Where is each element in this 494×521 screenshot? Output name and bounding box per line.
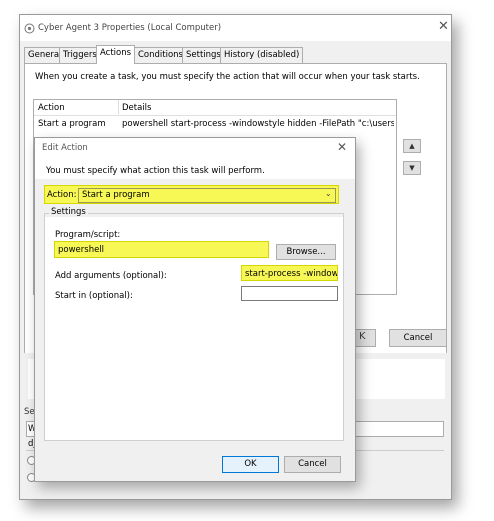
arguments-label: Add arguments (optional): (55, 271, 167, 281)
arrow-up-icon: ▲ (409, 142, 415, 150)
column-header-action[interactable]: Action (38, 103, 65, 113)
settings-group: Settings Program/script: powershell Brow… (44, 207, 344, 441)
dialog-description: You must specify what action this task w… (46, 166, 265, 176)
outer-cancel-button[interactable]: Cancel (389, 329, 447, 347)
edit-action-dialog: Edit Action ✕ You must specify what acti… (34, 137, 356, 482)
chevron-down-icon: ⌄ (325, 189, 332, 198)
move-down-button[interactable]: ▼ (403, 161, 421, 175)
close-icon[interactable]: ✕ (337, 140, 347, 154)
program-script-label: Program/script: (55, 230, 121, 240)
table-row-details[interactable]: powershell start-process -windowstyle hi… (122, 119, 394, 129)
column-separator (118, 100, 119, 114)
dialog-title: Edit Action (42, 143, 88, 153)
cancel-button[interactable]: Cancel (284, 456, 341, 473)
actions-description: When you create a task, you must specify… (35, 72, 420, 82)
group-border-fill (45, 214, 343, 217)
app-icon (24, 23, 35, 34)
header-divider (34, 115, 396, 116)
program-script-input[interactable]: powershell (54, 241, 269, 258)
tab-triggers[interactable]: Triggers (59, 47, 101, 63)
action-dropdown[interactable]: Start a program ⌄ (78, 188, 336, 203)
tab-actions[interactable]: Actions (96, 45, 136, 64)
button-edge-glyph: K (359, 331, 366, 342)
action-label: Action: (47, 190, 77, 200)
column-header-details[interactable]: Details (122, 103, 151, 113)
window-title: Cyber Agent 3 Properties (Local Computer… (38, 23, 222, 33)
arguments-input[interactable]: start-process -windowsty (241, 265, 338, 281)
settings-group-label: Settings (49, 207, 88, 217)
tab-settings[interactable]: Settings (182, 47, 225, 63)
close-icon[interactable]: ✕ (438, 19, 449, 34)
start-in-input[interactable] (241, 286, 338, 301)
tab-conditions[interactable]: Conditions (134, 47, 187, 63)
tab-history[interactable]: History (disabled) (220, 47, 304, 63)
action-dropdown-value: Start a program (82, 190, 150, 200)
table-row-action[interactable]: Start a program (38, 119, 106, 129)
program-script-value: powershell (58, 245, 105, 255)
ok-button[interactable]: OK (222, 456, 279, 473)
arrow-down-icon: ▼ (409, 164, 415, 172)
start-in-label: Start in (optional): (55, 291, 133, 301)
arguments-value: start-process -windowsty (245, 269, 338, 279)
move-up-button[interactable]: ▲ (403, 139, 421, 153)
browse-button[interactable]: Browse... (276, 244, 336, 260)
